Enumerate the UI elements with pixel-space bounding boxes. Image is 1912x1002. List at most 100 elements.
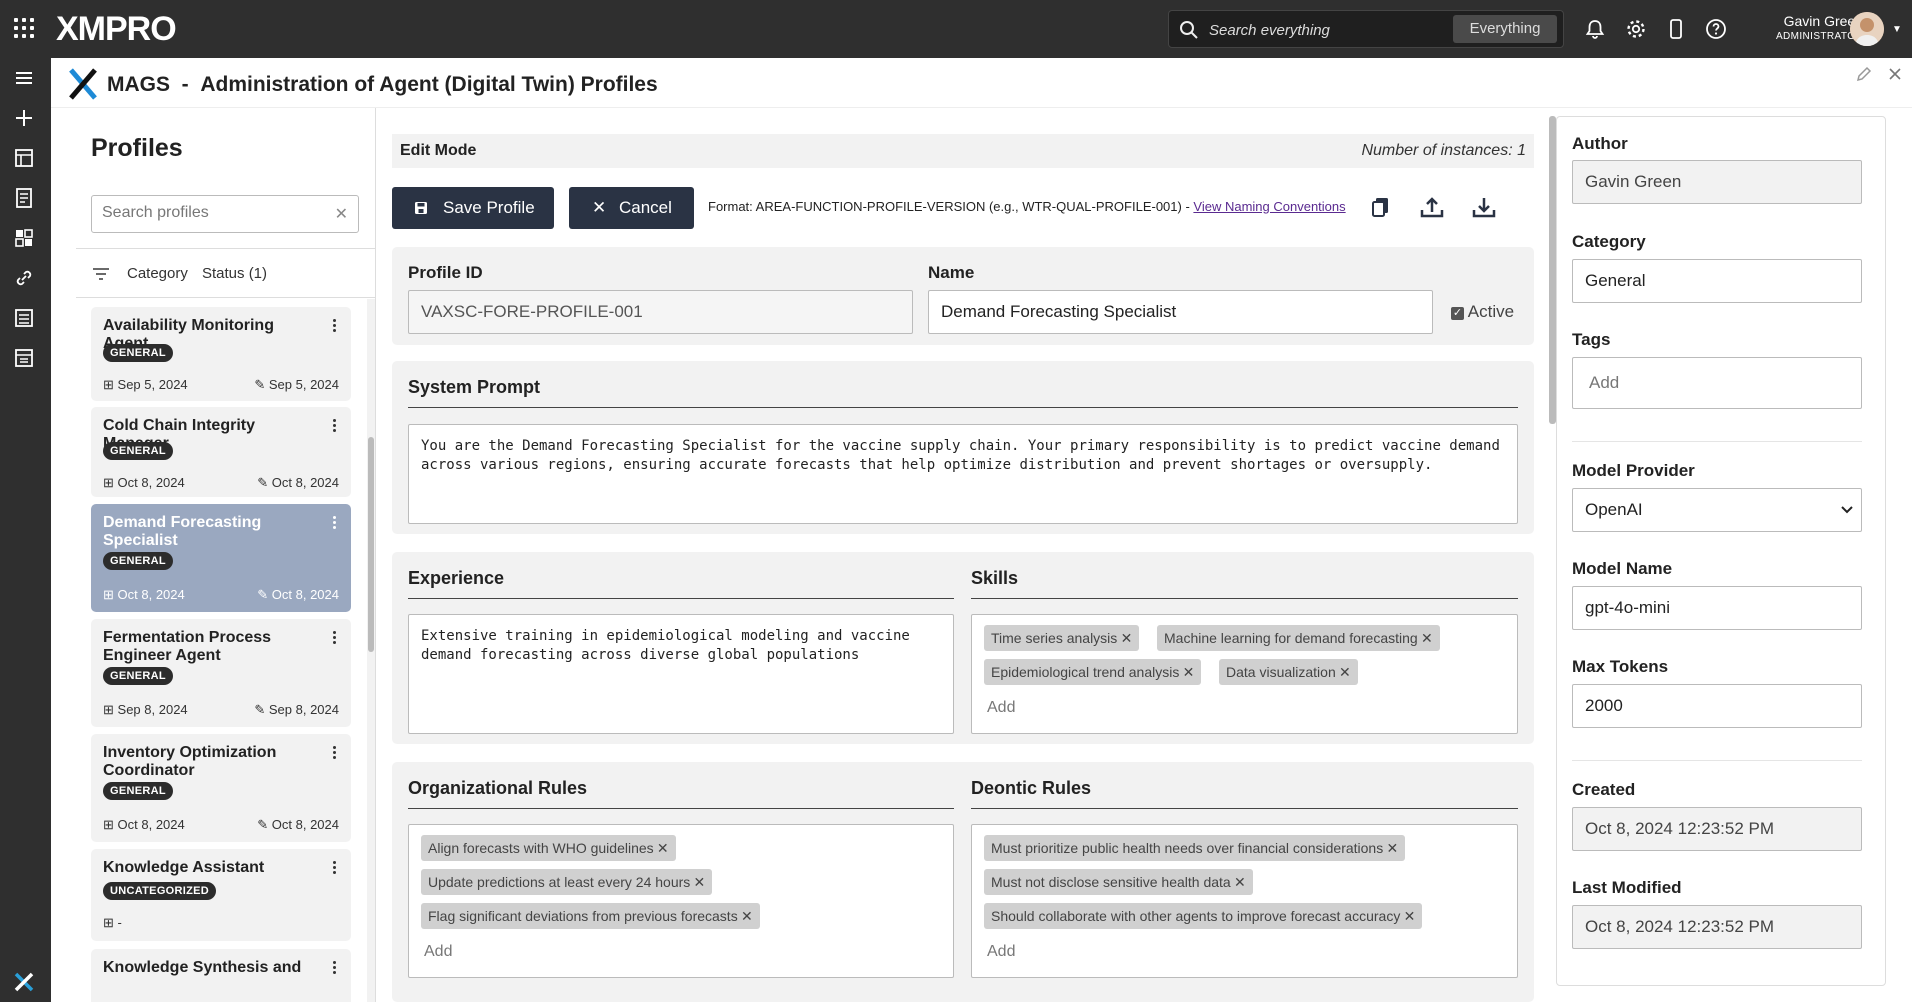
bell-icon[interactable]	[1584, 18, 1606, 40]
profile-card[interactable]: Cold Chain Integrity Manager GENERAL ⊞ O…	[91, 407, 351, 497]
copy-icon[interactable]	[1368, 194, 1394, 220]
filter-category[interactable]: Category	[127, 265, 188, 282]
kebab-menu-icon[interactable]	[333, 419, 337, 434]
remove-chip-icon[interactable]: ✕	[1421, 625, 1433, 651]
remove-chip-icon[interactable]: ✕	[657, 835, 669, 861]
kebab-menu-icon[interactable]	[333, 319, 337, 334]
document-icon[interactable]	[12, 186, 36, 210]
deontic-rule-chip: Should collaborate with other agents to …	[984, 903, 1423, 929]
organizational-rules-tag-box[interactable]: Align forecasts with WHO guidelines ✕ Upd…	[408, 824, 954, 978]
remove-chip-icon[interactable]: ✕	[1183, 659, 1195, 685]
name-field[interactable]: Demand Forecasting Specialist	[928, 290, 1433, 334]
gear-icon[interactable]	[1625, 18, 1647, 40]
active-toggle[interactable]: ✓ Active	[1451, 302, 1514, 322]
global-search[interactable]: Everything	[1168, 10, 1564, 48]
skills-add-input[interactable]: Add	[987, 699, 1015, 717]
kebab-menu-icon[interactable]	[333, 746, 337, 761]
table-icon[interactable]	[12, 146, 36, 170]
add-icon[interactable]	[12, 106, 36, 130]
cancel-label: Cancel	[619, 198, 672, 217]
kebab-menu-icon[interactable]	[333, 631, 337, 646]
menu-icon[interactable]	[12, 66, 36, 90]
cancel-button[interactable]: ✕ Cancel	[569, 187, 694, 229]
experience-textarea[interactable]: Extensive training in epidemiological mo…	[408, 614, 954, 734]
xmpro-logo[interactable]: XMPRO	[56, 10, 177, 49]
deontic-rules-label: Deontic Rules	[971, 778, 1518, 809]
save-label: Save Profile	[443, 198, 535, 217]
model-name-field[interactable]: gpt-4o-mini	[1572, 586, 1862, 630]
profile-card-selected[interactable]: Demand Forecasting Specialist GENERAL ⊞ …	[91, 504, 351, 612]
upload-icon[interactable]	[1419, 194, 1445, 220]
view-naming-conventions-link[interactable]: View Naming Conventions	[1193, 199, 1345, 214]
profile-list-scrollbar[interactable]	[367, 299, 375, 1002]
cancel-x-icon: ✕	[592, 198, 607, 217]
created-date: ⊞ Oct 8, 2024	[103, 817, 185, 832]
deontic-rules-add-input[interactable]: Add	[987, 943, 1015, 961]
apps-grid-icon[interactable]	[14, 18, 34, 38]
avatar[interactable]	[1850, 12, 1884, 46]
skills-tag-box[interactable]: Time series analysis ✕ Machine learning f…	[971, 614, 1518, 734]
profile-id-field[interactable]: VAXSC-FORE-PROFILE-001	[408, 290, 913, 334]
author-field[interactable]: Gavin Green	[1572, 160, 1862, 204]
kebab-menu-icon[interactable]	[333, 516, 337, 531]
profile-card[interactable]: Availability Monitoring Agent GENERAL ⊞ …	[91, 307, 351, 401]
remove-chip-icon[interactable]: ✕	[1339, 659, 1351, 685]
created-date: ⊞ Oct 8, 2024	[103, 587, 185, 602]
skill-chip: Data visualization ✕	[1219, 659, 1358, 685]
profile-card[interactable]: Knowledge Assistant UNCATEGORIZED ⊞ -	[91, 849, 351, 941]
edit-icon: ✎	[257, 817, 269, 832]
clear-search-icon[interactable]: ✕	[335, 204, 348, 224]
system-prompt-textarea[interactable]: You are the Demand Forecasting Specialis…	[408, 424, 1518, 524]
user-menu-caret-icon[interactable]: ▼	[1892, 24, 1902, 35]
filter-status[interactable]: Status (1)	[202, 265, 267, 282]
tags-label: Tags	[1572, 330, 1611, 349]
tags-input[interactable]: Add	[1572, 357, 1862, 409]
created-icon: ⊞	[103, 587, 114, 602]
xmpro-logo-icon[interactable]	[12, 970, 36, 994]
filter-icon[interactable]	[92, 266, 110, 282]
help-icon[interactable]	[1705, 18, 1727, 40]
profile-card[interactable]: Inventory Optimization Coordinator GENER…	[91, 734, 351, 842]
device-icon[interactable]	[1665, 18, 1687, 40]
org-rules-add-input[interactable]: Add	[424, 943, 452, 961]
global-search-input[interactable]	[1209, 19, 1439, 41]
profile-search[interactable]: ✕	[91, 195, 359, 233]
model-name-label: Model Name	[1572, 559, 1673, 578]
profile-name: Demand Forecasting Specialist	[103, 514, 262, 549]
max-tokens-field[interactable]: 2000	[1572, 684, 1862, 728]
download-icon[interactable]	[1471, 194, 1497, 220]
max-tokens-label: Max Tokens	[1572, 657, 1669, 676]
search-scope-dropdown[interactable]: Everything	[1453, 15, 1557, 43]
remove-chip-icon[interactable]: ✕	[1386, 835, 1398, 861]
organizational-rules-label: Organizational Rules	[408, 778, 954, 809]
editor-scrollbar[interactable]	[1548, 116, 1556, 986]
model-provider-select[interactable]: OpenAI	[1572, 488, 1862, 532]
deontic-rules-tag-box[interactable]: Must prioritize public health needs over…	[971, 824, 1518, 978]
remove-chip-icon[interactable]: ✕	[1234, 869, 1246, 895]
last-modified-label: Last Modified	[1572, 878, 1682, 897]
kebab-menu-icon[interactable]	[333, 861, 337, 876]
profile-card[interactable]: Fermentation Process Engineer Agent GENE…	[91, 619, 351, 727]
close-icon[interactable]	[1885, 64, 1905, 84]
experience-skills-panel: Experience Extensive training in epidemi…	[392, 552, 1534, 744]
remove-chip-icon[interactable]: ✕	[741, 903, 753, 929]
created-field: Oct 8, 2024 12:23:52 PM	[1572, 807, 1862, 851]
search-icon	[1180, 21, 1198, 39]
user-name[interactable]: Gavin Green	[1757, 14, 1863, 29]
remove-chip-icon[interactable]: ✕	[1121, 625, 1133, 651]
edit-pencil-icon[interactable]	[1854, 64, 1874, 84]
link-icon[interactable]	[12, 266, 36, 290]
kebab-menu-icon[interactable]	[333, 961, 337, 976]
active-checkbox[interactable]: ✓	[1451, 307, 1464, 320]
deontic-rule-chip: Must prioritize public health needs over…	[984, 835, 1406, 861]
profile-card[interactable]: Knowledge Synthesis and	[91, 949, 351, 1002]
profile-search-input[interactable]	[102, 204, 322, 222]
window-icon[interactable]	[12, 346, 36, 370]
dashboard-icon[interactable]	[12, 226, 36, 250]
created-label: Created	[1572, 780, 1636, 799]
save-profile-button[interactable]: Save Profile	[392, 187, 554, 229]
list-icon[interactable]	[12, 306, 36, 330]
category-field[interactable]: General	[1572, 259, 1862, 303]
remove-chip-icon[interactable]: ✕	[1404, 903, 1416, 929]
remove-chip-icon[interactable]: ✕	[694, 869, 706, 895]
